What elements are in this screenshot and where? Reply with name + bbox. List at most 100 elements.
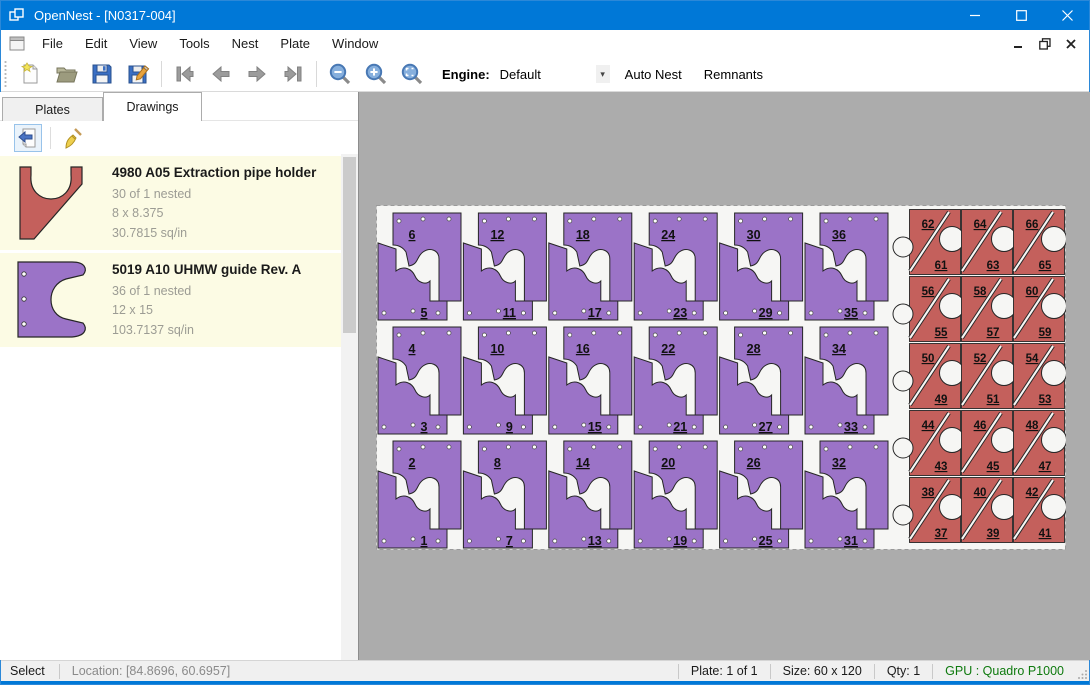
part-number: 58 xyxy=(974,286,987,298)
go-first-button[interactable] xyxy=(167,59,203,89)
part-number: 14 xyxy=(576,456,590,470)
red-part-shape-icon xyxy=(10,161,98,245)
part-number: 23 xyxy=(673,306,687,320)
clear-drawings-button[interactable] xyxy=(59,124,87,152)
nest-part-pair-red[interactable]: 58 57 xyxy=(962,277,1017,342)
part-number: 29 xyxy=(759,306,773,320)
part-number: 57 xyxy=(987,327,1000,339)
part-number: 33 xyxy=(844,420,858,434)
tab-plates[interactable]: Plates xyxy=(2,97,103,121)
menu-bar: File Edit View Tools Nest Plate Window xyxy=(0,30,1090,57)
purple-part-shape-icon xyxy=(10,258,98,342)
resize-grip[interactable] xyxy=(1076,661,1090,681)
part-number: 6 xyxy=(409,228,416,242)
part-number: 2 xyxy=(409,456,416,470)
part-number: 64 xyxy=(974,219,987,231)
zoom-in-button[interactable] xyxy=(358,59,394,89)
drawing-title: 5019 A10 UHMW guide Rev. A xyxy=(112,262,301,277)
nest-part-pair-red[interactable]: 6059 xyxy=(1014,277,1067,342)
engine-value: Default xyxy=(500,67,596,82)
go-next-button[interactable] xyxy=(239,59,275,89)
drawing-area: 30.7815 sq/in xyxy=(112,224,316,243)
part-number: 27 xyxy=(759,420,773,434)
maximize-button[interactable] xyxy=(998,0,1044,30)
scrollbar-thumb[interactable] xyxy=(343,157,356,333)
part-number: 35 xyxy=(844,306,858,320)
drawing-list: 4980 A05 Extraction pipe holder 30 of 1 … xyxy=(0,154,358,660)
go-last-button[interactable] xyxy=(275,59,311,89)
part-number: 26 xyxy=(747,456,761,470)
list-item-drawing-2[interactable]: 5019 A10 UHMW guide Rev. A 36 of 1 neste… xyxy=(0,253,341,347)
save-button[interactable] xyxy=(84,59,120,89)
nest-plate[interactable]: 6543211211109871817161514132423222120193… xyxy=(376,205,1066,550)
menu-nest[interactable]: Nest xyxy=(221,30,270,57)
document-icon[interactable] xyxy=(9,36,25,51)
mdi-restore-button[interactable] xyxy=(1036,35,1054,53)
auto-nest-button[interactable]: Auto Nest xyxy=(614,60,693,88)
nest-part-pair-red[interactable]: 64 63 xyxy=(962,210,1017,275)
part-number: 44 xyxy=(922,420,935,432)
go-previous-button[interactable] xyxy=(203,59,239,89)
part-number: 66 xyxy=(1026,219,1039,231)
drawing-title: 4980 A05 Extraction pipe holder xyxy=(112,165,316,180)
part-number: 32 xyxy=(832,456,846,470)
part-number: 46 xyxy=(974,420,987,432)
window-bottom-border xyxy=(0,681,1090,685)
part-number: 39 xyxy=(987,528,1000,540)
part-number: 21 xyxy=(673,420,687,434)
toolbar-separator xyxy=(50,127,51,149)
drawing-thumbnail xyxy=(6,161,102,245)
nest-part-pair-red[interactable]: 5251 xyxy=(962,344,1017,409)
part-number: 53 xyxy=(1039,394,1052,406)
nest-part-pair-red[interactable]: 4847 xyxy=(1014,411,1067,476)
menu-view[interactable]: View xyxy=(118,30,168,57)
nest-canvas[interactable]: 6543211211109871817161514132423222120193… xyxy=(358,92,1090,660)
engine-select[interactable]: Default ▾ xyxy=(496,62,614,86)
drawing-list-scrollbar[interactable] xyxy=(341,154,358,660)
menu-tools[interactable]: Tools xyxy=(168,30,220,57)
part-number: 25 xyxy=(759,534,773,548)
menu-window[interactable]: Window xyxy=(321,30,389,57)
part-number: 41 xyxy=(1039,528,1052,540)
remnants-button[interactable]: Remnants xyxy=(693,60,774,88)
part-number: 49 xyxy=(935,394,948,406)
tab-drawings[interactable]: Drawings xyxy=(103,92,202,121)
status-mode: Select xyxy=(0,664,59,678)
drawing-size: 8 x 8.375 xyxy=(112,204,316,223)
menu-file[interactable]: File xyxy=(31,30,74,57)
part-number: 15 xyxy=(588,420,602,434)
part-number: 63 xyxy=(987,260,1000,272)
status-location: Location: [84.8696, 60.6957] xyxy=(60,664,678,678)
mdi-minimize-button[interactable] xyxy=(1010,35,1028,53)
new-file-button[interactable] xyxy=(12,59,48,89)
save-as-button[interactable] xyxy=(120,59,156,89)
part-number: 36 xyxy=(832,228,846,242)
nest-part-pair-red[interactable]: 4645 xyxy=(962,411,1017,476)
status-bar: Select Location: [84.8696, 60.6957] Plat… xyxy=(0,660,1090,681)
menu-edit[interactable]: Edit xyxy=(74,30,118,57)
broom-icon xyxy=(62,127,84,149)
zoom-out-button[interactable] xyxy=(322,59,358,89)
nest-part-pair-red[interactable]: 42 41 xyxy=(1014,478,1067,543)
status-size: Size: 60 x 120 xyxy=(771,664,874,678)
part-number: 54 xyxy=(1026,353,1039,365)
part-number: 8 xyxy=(494,456,501,470)
part-number: 16 xyxy=(576,342,590,356)
import-drawing-button[interactable] xyxy=(14,124,42,152)
close-button[interactable] xyxy=(1044,0,1090,30)
menu-plate[interactable]: Plate xyxy=(269,30,321,57)
part-number: 13 xyxy=(588,534,602,548)
mdi-close-button[interactable] xyxy=(1062,35,1080,53)
nest-part-pair-red[interactable]: 4039 xyxy=(962,478,1017,543)
part-number: 42 xyxy=(1026,487,1039,499)
nest-part-pair-red[interactable]: 54 53 xyxy=(1014,344,1067,409)
app-window: OpenNest - [N0317-004] File Edit View To… xyxy=(0,0,1090,685)
list-item-drawing-1[interactable]: 4980 A05 Extraction pipe holder 30 of 1 … xyxy=(0,156,341,250)
part-number: 11 xyxy=(503,306,516,320)
open-file-button[interactable] xyxy=(48,59,84,89)
nest-part-pair-red[interactable]: 6665 xyxy=(1014,210,1067,275)
zoom-fit-button[interactable] xyxy=(394,59,430,89)
toolbar-grip[interactable] xyxy=(3,61,8,87)
part-number: 61 xyxy=(935,260,948,272)
minimize-button[interactable] xyxy=(952,0,998,30)
